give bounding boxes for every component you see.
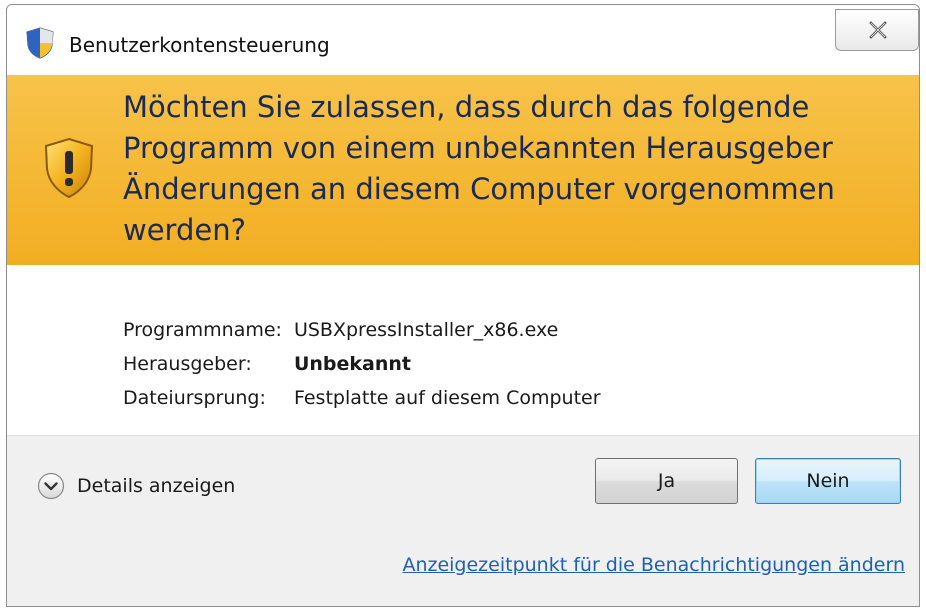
publisher-label: Herausgeber:: [123, 353, 252, 375]
close-button[interactable]: [835, 9, 919, 51]
file-origin-label: Dateiursprung:: [123, 387, 266, 409]
close-x-icon: [869, 21, 887, 39]
dialog-footer: Details anzeigen Ja Nein Anzeigezeitpunk…: [7, 436, 919, 606]
show-details-toggle[interactable]: Details anzeigen: [37, 470, 235, 502]
info-row-file-origin: Dateiursprung: Festplatte auf diesem Com…: [123, 381, 613, 415]
yes-button[interactable]: Ja: [595, 458, 738, 504]
program-name-label: Programmname:: [123, 319, 282, 341]
window-title: Benutzerkontensteuerung: [69, 33, 330, 57]
warning-banner: Möchten Sie zulassen, dass durch das fol…: [7, 75, 919, 265]
info-row-program-name: Programmname: USBXpressInstaller_x86.exe: [123, 313, 613, 347]
chevron-down-circle-icon: [37, 472, 65, 500]
uac-dialog: Benutzerkontensteuerung Möchten Sie zula…: [6, 4, 920, 607]
no-button[interactable]: Nein: [755, 458, 901, 504]
warning-shield-icon: [43, 137, 95, 199]
info-row-publisher: Herausgeber: Unbekannt: [123, 347, 613, 381]
program-info-table: Programmname: USBXpressInstaller_x86.exe…: [123, 313, 613, 415]
uac-question: Möchten Sie zulassen, dass durch das fol…: [123, 90, 835, 247]
program-name-value: USBXpressInstaller_x86.exe: [293, 319, 559, 341]
show-details-label: Details anzeigen: [77, 475, 236, 497]
uac-shield-icon: [25, 27, 55, 59]
publisher-value: Unbekannt: [293, 353, 412, 375]
notification-settings-link[interactable]: Anzeigezeitpunkt für die Benachrichtigun…: [402, 554, 905, 576]
file-origin-value: Festplatte auf diesem Computer: [293, 387, 601, 409]
title-bar: Benutzerkontensteuerung: [7, 5, 919, 75]
program-details: Programmname: USBXpressInstaller_x86.exe…: [7, 265, 919, 436]
